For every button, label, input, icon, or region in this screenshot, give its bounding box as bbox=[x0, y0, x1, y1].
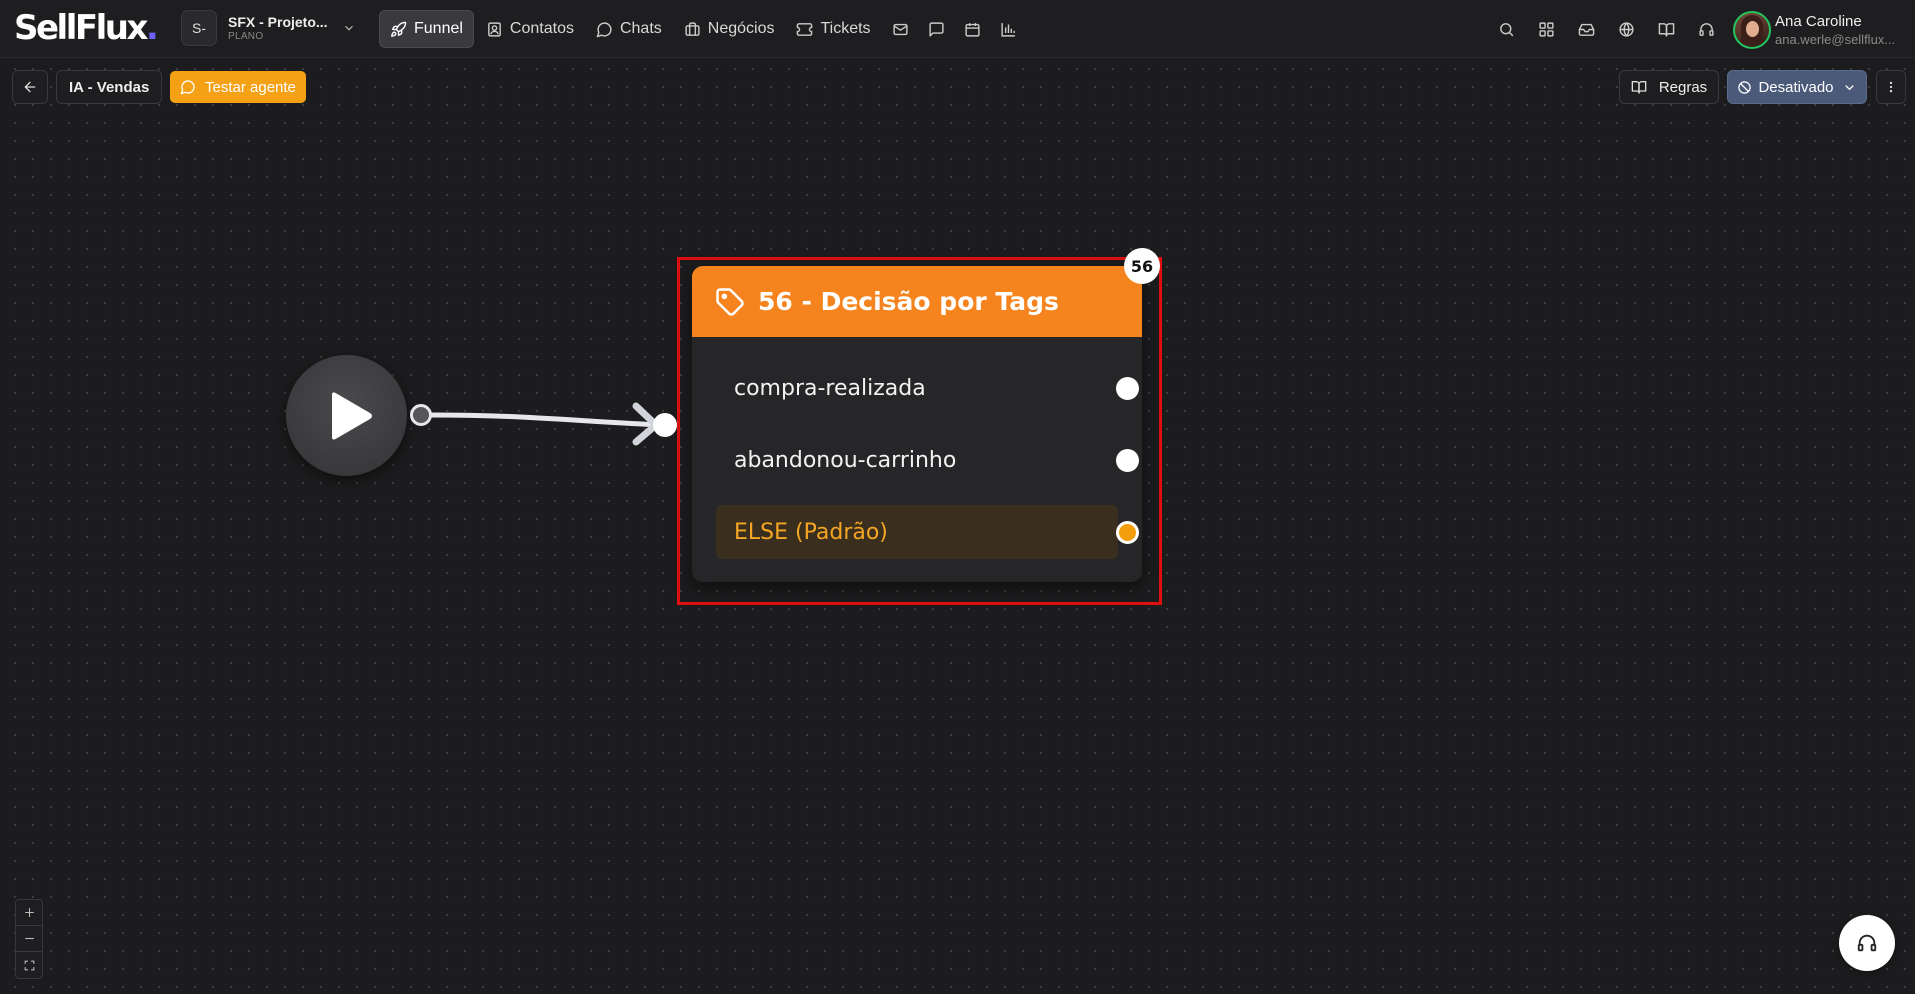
calendar-icon bbox=[965, 22, 980, 37]
headset-icon bbox=[1698, 22, 1714, 36]
project-name: SFX - Projeto... bbox=[228, 13, 328, 30]
tag-option-output-handle[interactable] bbox=[1116, 449, 1139, 472]
project-plan-label: PLANO bbox=[228, 30, 264, 42]
nav-calendar[interactable] bbox=[955, 10, 991, 48]
nav-chats-label: Chats bbox=[619, 20, 662, 37]
message-square-icon bbox=[929, 21, 944, 37]
nav-deals-label: Negócios bbox=[707, 20, 775, 37]
project-selector[interactable]: S- SFX - Projeto... PLANO bbox=[181, 10, 356, 46]
node-title: 56 - Decisão por Tags bbox=[758, 287, 1059, 316]
nav-reports[interactable] bbox=[991, 10, 1027, 48]
avatar bbox=[1733, 11, 1771, 49]
more-options-button[interactable] bbox=[1876, 70, 1906, 104]
chevron-down-icon bbox=[344, 25, 353, 31]
node-id-badge: 56 bbox=[1124, 248, 1160, 284]
docs-button[interactable] bbox=[1646, 10, 1686, 48]
chart-icon bbox=[1001, 22, 1015, 37]
briefcase-icon bbox=[685, 21, 700, 36]
book-icon bbox=[1658, 22, 1674, 37]
start-node[interactable] bbox=[286, 355, 407, 476]
mail-icon bbox=[893, 23, 908, 35]
chat-icon bbox=[596, 21, 612, 37]
nav-email[interactable] bbox=[883, 10, 919, 48]
tag-option-label: abandonou-carrinho bbox=[734, 447, 957, 473]
nav-funnel[interactable]: Funnel bbox=[379, 10, 474, 48]
inbox-button[interactable] bbox=[1566, 10, 1606, 48]
header-actions bbox=[1486, 10, 1726, 48]
rules-label: Regras bbox=[1658, 78, 1708, 96]
user-name: Ana Caroline bbox=[1775, 13, 1862, 30]
book-icon bbox=[1631, 81, 1647, 94]
test-agent-label: Testar agente bbox=[205, 78, 296, 96]
start-node-output-handle[interactable] bbox=[410, 404, 432, 426]
chat-icon bbox=[180, 80, 195, 95]
nav-funnel-label: Funnel bbox=[414, 20, 463, 37]
user-menu[interactable]: Ana Caroline ana.werle@sellflux... bbox=[1733, 11, 1895, 49]
support-header-button[interactable] bbox=[1686, 10, 1726, 48]
globe-icon bbox=[1618, 21, 1634, 37]
search-icon bbox=[1499, 22, 1513, 36]
apps-button[interactable] bbox=[1526, 10, 1566, 48]
top-navbar: SellFlux. S- SFX - Projeto... PLANO Funn… bbox=[0, 0, 1915, 58]
tag-option[interactable]: compra-realizada bbox=[716, 361, 1118, 415]
nav-contacts-label: Contatos bbox=[509, 20, 574, 37]
status-dropdown[interactable]: Desativado bbox=[1727, 70, 1867, 104]
rocket-icon bbox=[391, 21, 407, 37]
sellflux-logo[interactable]: SellFlux. bbox=[14, 8, 159, 48]
arrow-left-icon bbox=[24, 81, 36, 93]
nav-messages[interactable] bbox=[919, 10, 955, 48]
else-option[interactable]: ELSE (Padrão) bbox=[716, 505, 1118, 559]
plus-icon bbox=[24, 908, 34, 917]
tag-option[interactable]: abandonou-carrinho bbox=[716, 433, 1118, 487]
tag-option-output-handle[interactable] bbox=[1116, 377, 1139, 400]
play-icon bbox=[331, 391, 372, 440]
nav-chats[interactable]: Chats bbox=[586, 10, 672, 48]
fit-view-button[interactable] bbox=[16, 952, 42, 978]
language-button[interactable] bbox=[1606, 10, 1646, 48]
tag-option-label: compra-realizada bbox=[734, 375, 926, 401]
user-email: ana.werle@sellflux... bbox=[1775, 32, 1896, 47]
flow-toolbar: IA - Vendas Testar agente Regras Desativ… bbox=[0, 70, 1915, 104]
contacts-icon bbox=[488, 21, 501, 37]
nav-tickets-label: Tickets bbox=[820, 20, 871, 37]
back-button[interactable] bbox=[12, 70, 48, 104]
else-option-label: ELSE (Padrão) bbox=[734, 519, 888, 545]
more-vertical-icon bbox=[1889, 81, 1893, 93]
fullscreen-icon bbox=[24, 960, 34, 970]
ban-icon bbox=[1738, 80, 1752, 94]
inbox-icon bbox=[1578, 23, 1594, 36]
main-nav: Funnel Contatos Chats Negócios Tickets bbox=[379, 10, 1027, 48]
rules-button[interactable]: Regras bbox=[1619, 70, 1719, 104]
zoom-out-button[interactable] bbox=[16, 926, 42, 952]
grid-icon bbox=[1538, 21, 1554, 37]
support-chat-button[interactable] bbox=[1839, 915, 1895, 971]
headset-icon bbox=[1857, 934, 1877, 952]
nav-deals[interactable]: Negócios bbox=[674, 10, 785, 48]
else-output-handle[interactable] bbox=[1116, 521, 1139, 544]
zoom-controls bbox=[15, 899, 43, 979]
nav-contacts[interactable]: Contatos bbox=[476, 10, 584, 48]
chevron-down-icon bbox=[1844, 84, 1854, 90]
search-button[interactable] bbox=[1486, 10, 1526, 48]
status-label: Desativado bbox=[1758, 78, 1834, 96]
project-badge: S- bbox=[181, 10, 217, 46]
tag-decision-node[interactable]: 56 - Decisão por Tags 56 compra-realizad… bbox=[692, 248, 1160, 582]
tag-icon bbox=[716, 287, 744, 316]
ticket-icon bbox=[797, 22, 813, 36]
zoom-in-button[interactable] bbox=[16, 900, 42, 926]
nav-tickets[interactable]: Tickets bbox=[786, 10, 880, 48]
minus-icon bbox=[24, 937, 34, 940]
node-header: 56 - Decisão por Tags bbox=[692, 266, 1142, 337]
test-agent-button[interactable]: Testar agente bbox=[170, 71, 306, 103]
agent-name[interactable]: IA - Vendas bbox=[56, 70, 163, 104]
decision-node-input-handle[interactable] bbox=[653, 413, 677, 437]
